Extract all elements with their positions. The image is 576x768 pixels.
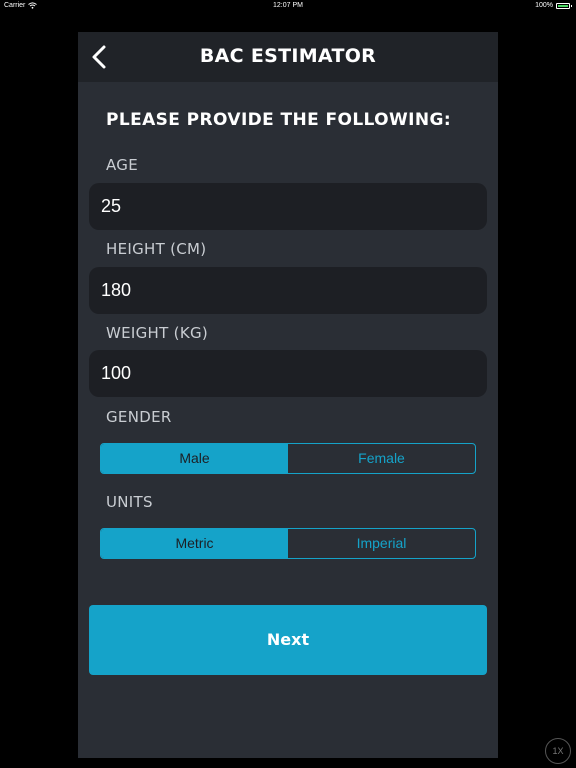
zoom-badge[interactable]: 1X: [545, 738, 571, 764]
height-label: HEIGHT (CM): [106, 240, 207, 258]
gender-segmented-control: Male Female: [100, 443, 476, 474]
nav-bar: BAC ESTIMATOR: [78, 32, 498, 82]
age-label: AGE: [106, 156, 138, 174]
battery-icon: [556, 2, 572, 9]
age-field[interactable]: 25: [89, 183, 487, 230]
status-time: 12:07 PM: [273, 2, 303, 9]
app-window: BAC ESTIMATOR PLEASE PROVIDE THE FOLLOWI…: [78, 32, 498, 758]
units-label: UNITS: [106, 493, 153, 511]
units-option-imperial[interactable]: Imperial: [288, 529, 475, 558]
next-button[interactable]: Next: [89, 605, 487, 675]
gender-option-male[interactable]: Male: [101, 444, 288, 473]
gender-option-female[interactable]: Female: [288, 444, 475, 473]
units-option-metric[interactable]: Metric: [101, 529, 288, 558]
gender-label: GENDER: [106, 408, 172, 426]
weight-field[interactable]: 100: [89, 350, 487, 397]
page-title: BAC ESTIMATOR: [199, 45, 377, 67]
weight-label: WEIGHT (KG): [106, 324, 209, 342]
height-field[interactable]: 180: [89, 267, 487, 314]
form-heading: PLEASE PROVIDE THE FOLLOWING:: [106, 110, 452, 130]
battery-percent: 100%: [535, 2, 553, 9]
units-segmented-control: Metric Imperial: [100, 528, 476, 559]
status-bar: Carrier 12:07 PM 100%: [0, 0, 576, 12]
